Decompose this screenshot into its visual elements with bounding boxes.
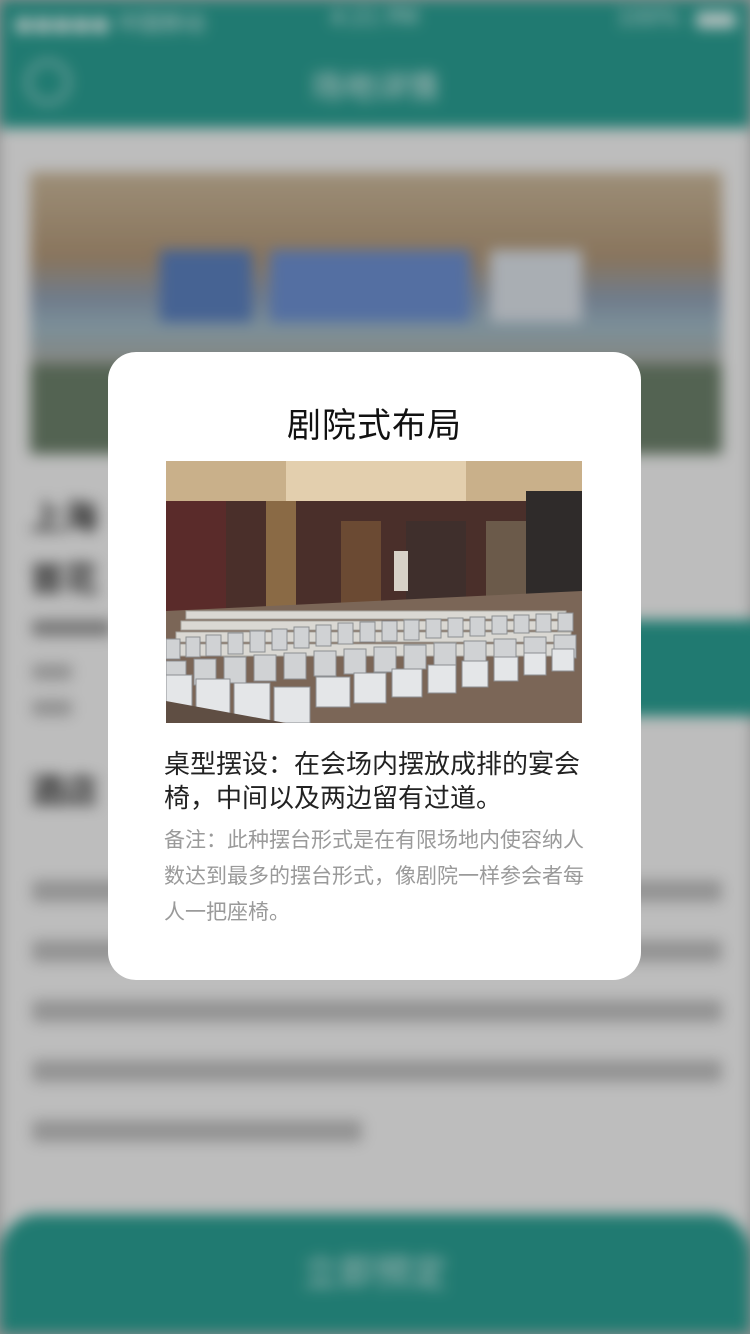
layout-description: 桌型摆设：在会场内摆放成排的宴会椅，中间以及两边留有过道。	[164, 750, 581, 814]
layout-modal: 剧院式布局 桌型摆设：在会场内摆放成排的宴会椅，中间以及两边留有过道。 备注：此…	[108, 352, 641, 980]
theater-layout-photo	[166, 461, 582, 723]
page: ●●●●● 中国移动 4:21 PM 100% 场地详情 上海 首花 酒店 立即…	[0, 0, 750, 1334]
layout-note: 备注：此种摆台形式是在有限场地内使容纳人数达到最多的摆台形式，像剧院一样参会者每…	[164, 828, 584, 924]
modal-title: 剧院式布局	[287, 406, 462, 446]
